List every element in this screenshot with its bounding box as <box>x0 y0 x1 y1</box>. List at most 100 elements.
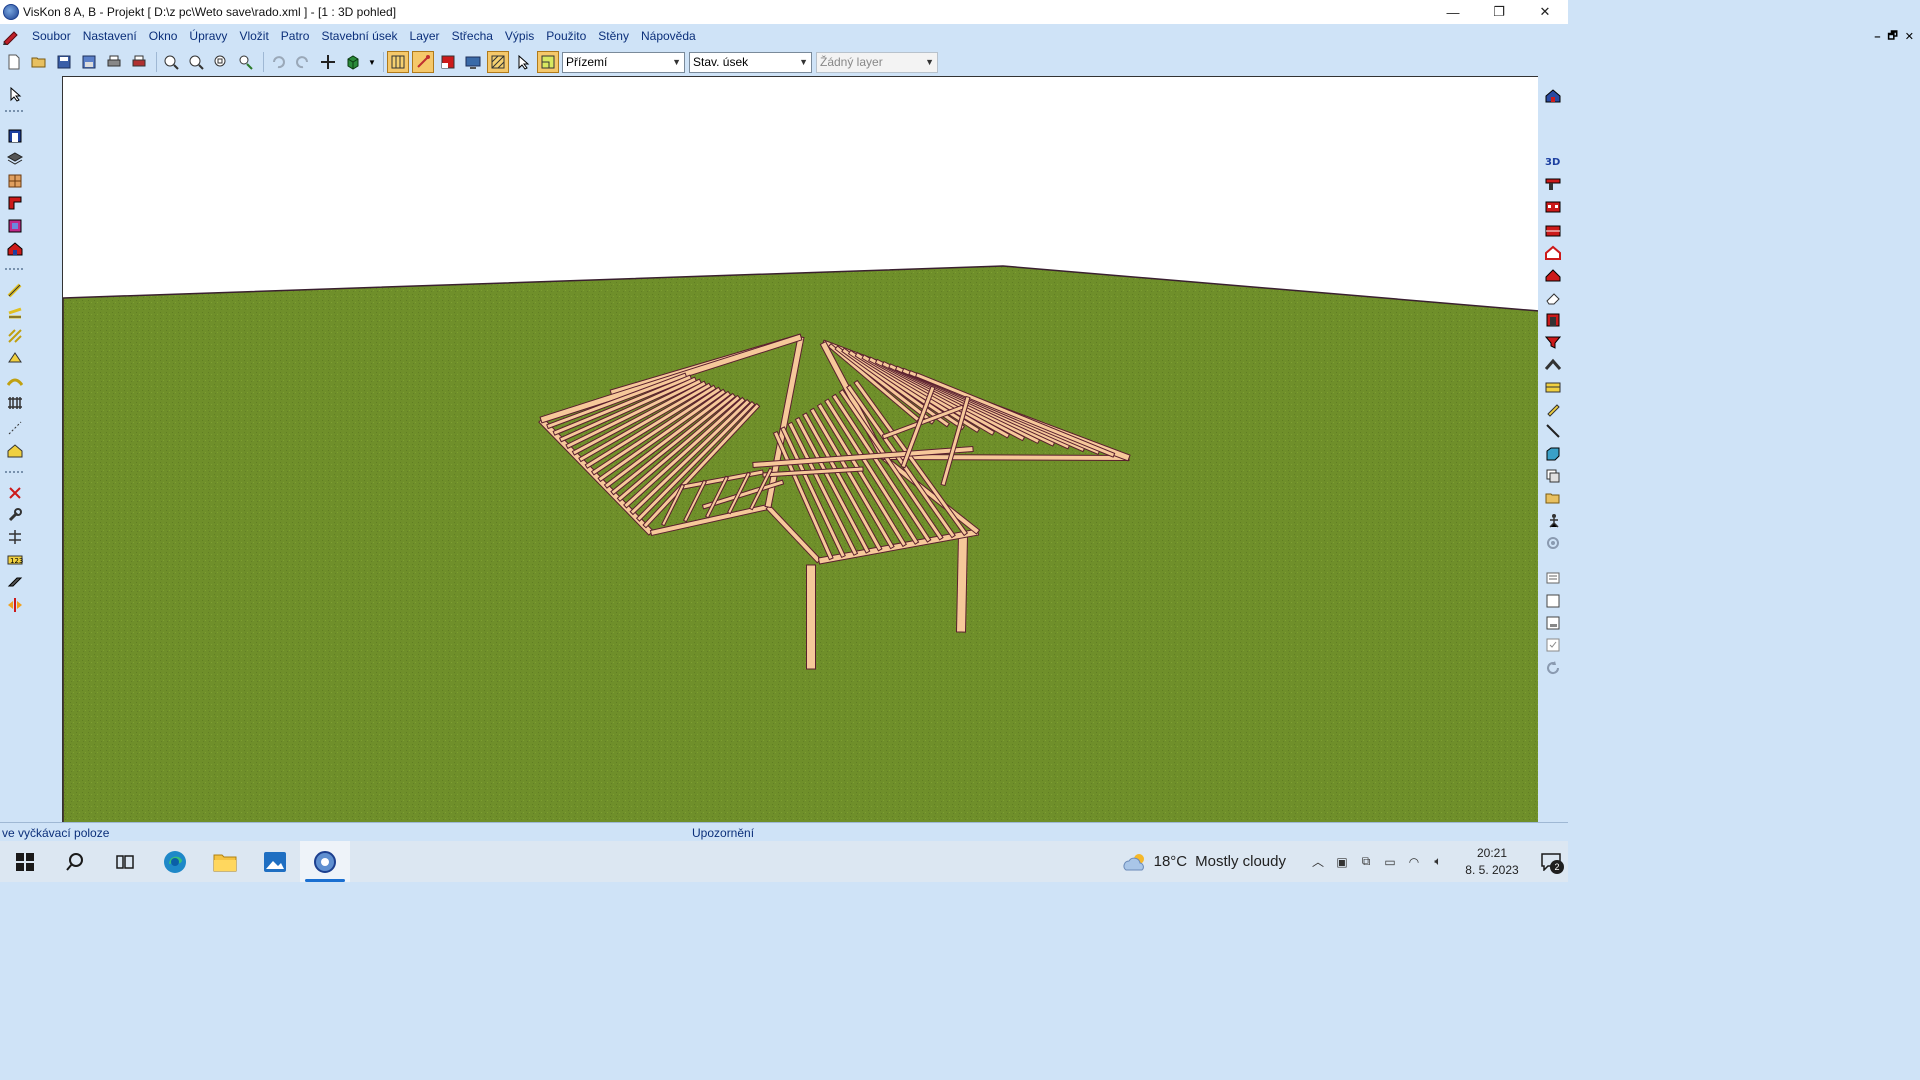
figure-button[interactable] <box>1543 511 1563 531</box>
home-view-button[interactable] <box>1543 86 1563 106</box>
roof-arc-button[interactable] <box>1543 355 1563 375</box>
rafter-tool-button[interactable] <box>4 326 25 346</box>
book-view-button[interactable] <box>1543 310 1563 330</box>
cube-dropdown-button[interactable]: ▼ <box>367 51 377 73</box>
undo-button[interactable] <box>267 51 289 73</box>
section-tool-button[interactable] <box>4 572 25 592</box>
hatch-mode-button[interactable] <box>487 51 509 73</box>
save-as-button[interactable] <box>78 51 100 73</box>
photos-button[interactable] <box>250 841 300 882</box>
columns-tool-button[interactable] <box>4 393 25 413</box>
close-button[interactable]: ✕ <box>1522 0 1568 24</box>
menu-stavebni-usek[interactable]: Stavební úsek <box>315 24 403 49</box>
redo-button[interactable] <box>292 51 314 73</box>
new-file-button[interactable] <box>3 51 25 73</box>
meet-button[interactable]: ▣ <box>1330 841 1354 882</box>
layer-select[interactable]: Žádný layer ▼ <box>816 51 938 73</box>
window-tool-button[interactable] <box>4 171 25 191</box>
battery-button[interactable]: ▭ <box>1378 841 1402 882</box>
select-pointer-button[interactable] <box>512 51 534 73</box>
gear-button[interactable] <box>1543 533 1563 553</box>
3d-cube-button[interactable] <box>342 51 364 73</box>
task-view-button[interactable] <box>100 841 150 882</box>
pencil-button[interactable] <box>1543 399 1563 419</box>
viskon-taskbar-button[interactable] <box>300 841 350 882</box>
copy-button[interactable] <box>1543 466 1563 486</box>
restore-button[interactable]: ❐ <box>1476 0 1522 24</box>
zoom-fit-button[interactable] <box>210 51 232 73</box>
open-folder-button[interactable] <box>1543 488 1563 508</box>
menu-patro[interactable]: Patro <box>275 24 316 49</box>
menu-nastaveni[interactable]: Nastavení <box>77 24 143 49</box>
edge-browser-button[interactable] <box>150 841 200 882</box>
mirror-tool-button[interactable] <box>4 595 25 615</box>
frame-check-button[interactable] <box>1543 635 1563 655</box>
clock[interactable]: 20:21 8. 5. 2023 <box>1456 845 1528 879</box>
doc-minimize-button[interactable]: – <box>1874 31 1880 43</box>
menu-strecha[interactable]: Střecha <box>446 24 499 49</box>
menu-vypis[interactable]: Výpis <box>499 24 540 49</box>
monitor-view-button[interactable] <box>462 51 484 73</box>
section-select[interactable]: Stav. úsek ▼ <box>689 51 812 73</box>
pencil-document-icon[interactable] <box>2 29 20 45</box>
room-tool-button[interactable] <box>4 216 25 236</box>
3d-view-button[interactable]: 3D <box>1543 151 1563 171</box>
menu-napoveda[interactable]: Nápověda <box>635 24 702 49</box>
move-view-button[interactable] <box>317 51 339 73</box>
menu-steny[interactable]: Stěny <box>592 24 635 49</box>
zoom-in-button[interactable] <box>160 51 182 73</box>
3d-scene[interactable] <box>63 77 1538 822</box>
floor-plan-button[interactable] <box>537 51 559 73</box>
filter-button[interactable] <box>1543 332 1563 352</box>
wall-view-button[interactable] <box>1543 174 1563 194</box>
start-button[interactable] <box>0 841 50 882</box>
menu-vlozit[interactable]: Vložit <box>233 24 274 49</box>
line-button[interactable] <box>1543 421 1563 441</box>
building-view-button[interactable] <box>1543 220 1563 240</box>
weather-widget[interactable]: 18°C Mostly cloudy <box>1122 852 1286 872</box>
show-hidden-icons-button[interactable]: ︿ <box>1306 841 1330 882</box>
menu-upravy[interactable]: Úpravy <box>183 24 233 49</box>
wall-mode-button[interactable] <box>387 51 409 73</box>
delete-tool-button[interactable] <box>4 483 25 503</box>
rotate-button[interactable] <box>1543 658 1563 678</box>
dotted-line-tool-button[interactable] <box>4 418 25 438</box>
roof-detail-tool-button[interactable] <box>4 441 25 461</box>
menu-layer[interactable]: Layer <box>404 24 446 49</box>
frame-button[interactable] <box>1543 591 1563 611</box>
menu-pouzito[interactable]: Použito <box>540 24 592 49</box>
open-file-button[interactable] <box>28 51 50 73</box>
purlin-tool-button[interactable] <box>4 303 25 323</box>
doc-restore-button[interactable]: 🗗 <box>1887 27 1897 46</box>
3d-viewport[interactable] <box>62 76 1538 822</box>
network-button[interactable]: ◠ <box>1402 841 1426 882</box>
layers-tool-button[interactable] <box>4 149 25 169</box>
zoom-out-button[interactable] <box>185 51 207 73</box>
arc-tool-button[interactable] <box>4 371 25 391</box>
beam-tool-button[interactable] <box>4 281 25 301</box>
doc-close-button[interactable]: ✕ <box>1905 30 1914 43</box>
wall-red-tool-button[interactable] <box>4 193 25 213</box>
print-preview-button[interactable] <box>128 51 150 73</box>
panel-button[interactable] <box>1543 377 1563 397</box>
select-tool-button[interactable] <box>4 84 25 104</box>
menu-soubor[interactable]: Soubor <box>26 24 77 49</box>
notification-center-button[interactable]: 2 <box>1534 841 1568 882</box>
box-3d-button[interactable] <box>1543 444 1563 464</box>
save-button[interactable] <box>53 51 75 73</box>
file-explorer-button[interactable] <box>200 841 250 882</box>
floor-select[interactable]: Přízemí ▼ <box>562 51 685 73</box>
house-tool-button[interactable] <box>4 239 25 259</box>
dimension-tool-button[interactable] <box>4 527 25 547</box>
color-layer-button[interactable] <box>437 51 459 73</box>
volume-button[interactable]: 🔈︎ <box>1426 841 1450 882</box>
search-button[interactable] <box>50 841 100 882</box>
eraser-button[interactable] <box>1543 288 1563 308</box>
truss-tool-button[interactable] <box>4 348 25 368</box>
zoom-window-button[interactable] <box>235 51 257 73</box>
menu-okno[interactable]: Okno <box>143 24 184 49</box>
numbering-tool-button[interactable]: 123 <box>4 550 25 570</box>
house-view-button[interactable] <box>1543 243 1563 263</box>
print-button[interactable] <box>103 51 125 73</box>
onedrive-button[interactable]: ⧉ <box>1354 841 1378 882</box>
